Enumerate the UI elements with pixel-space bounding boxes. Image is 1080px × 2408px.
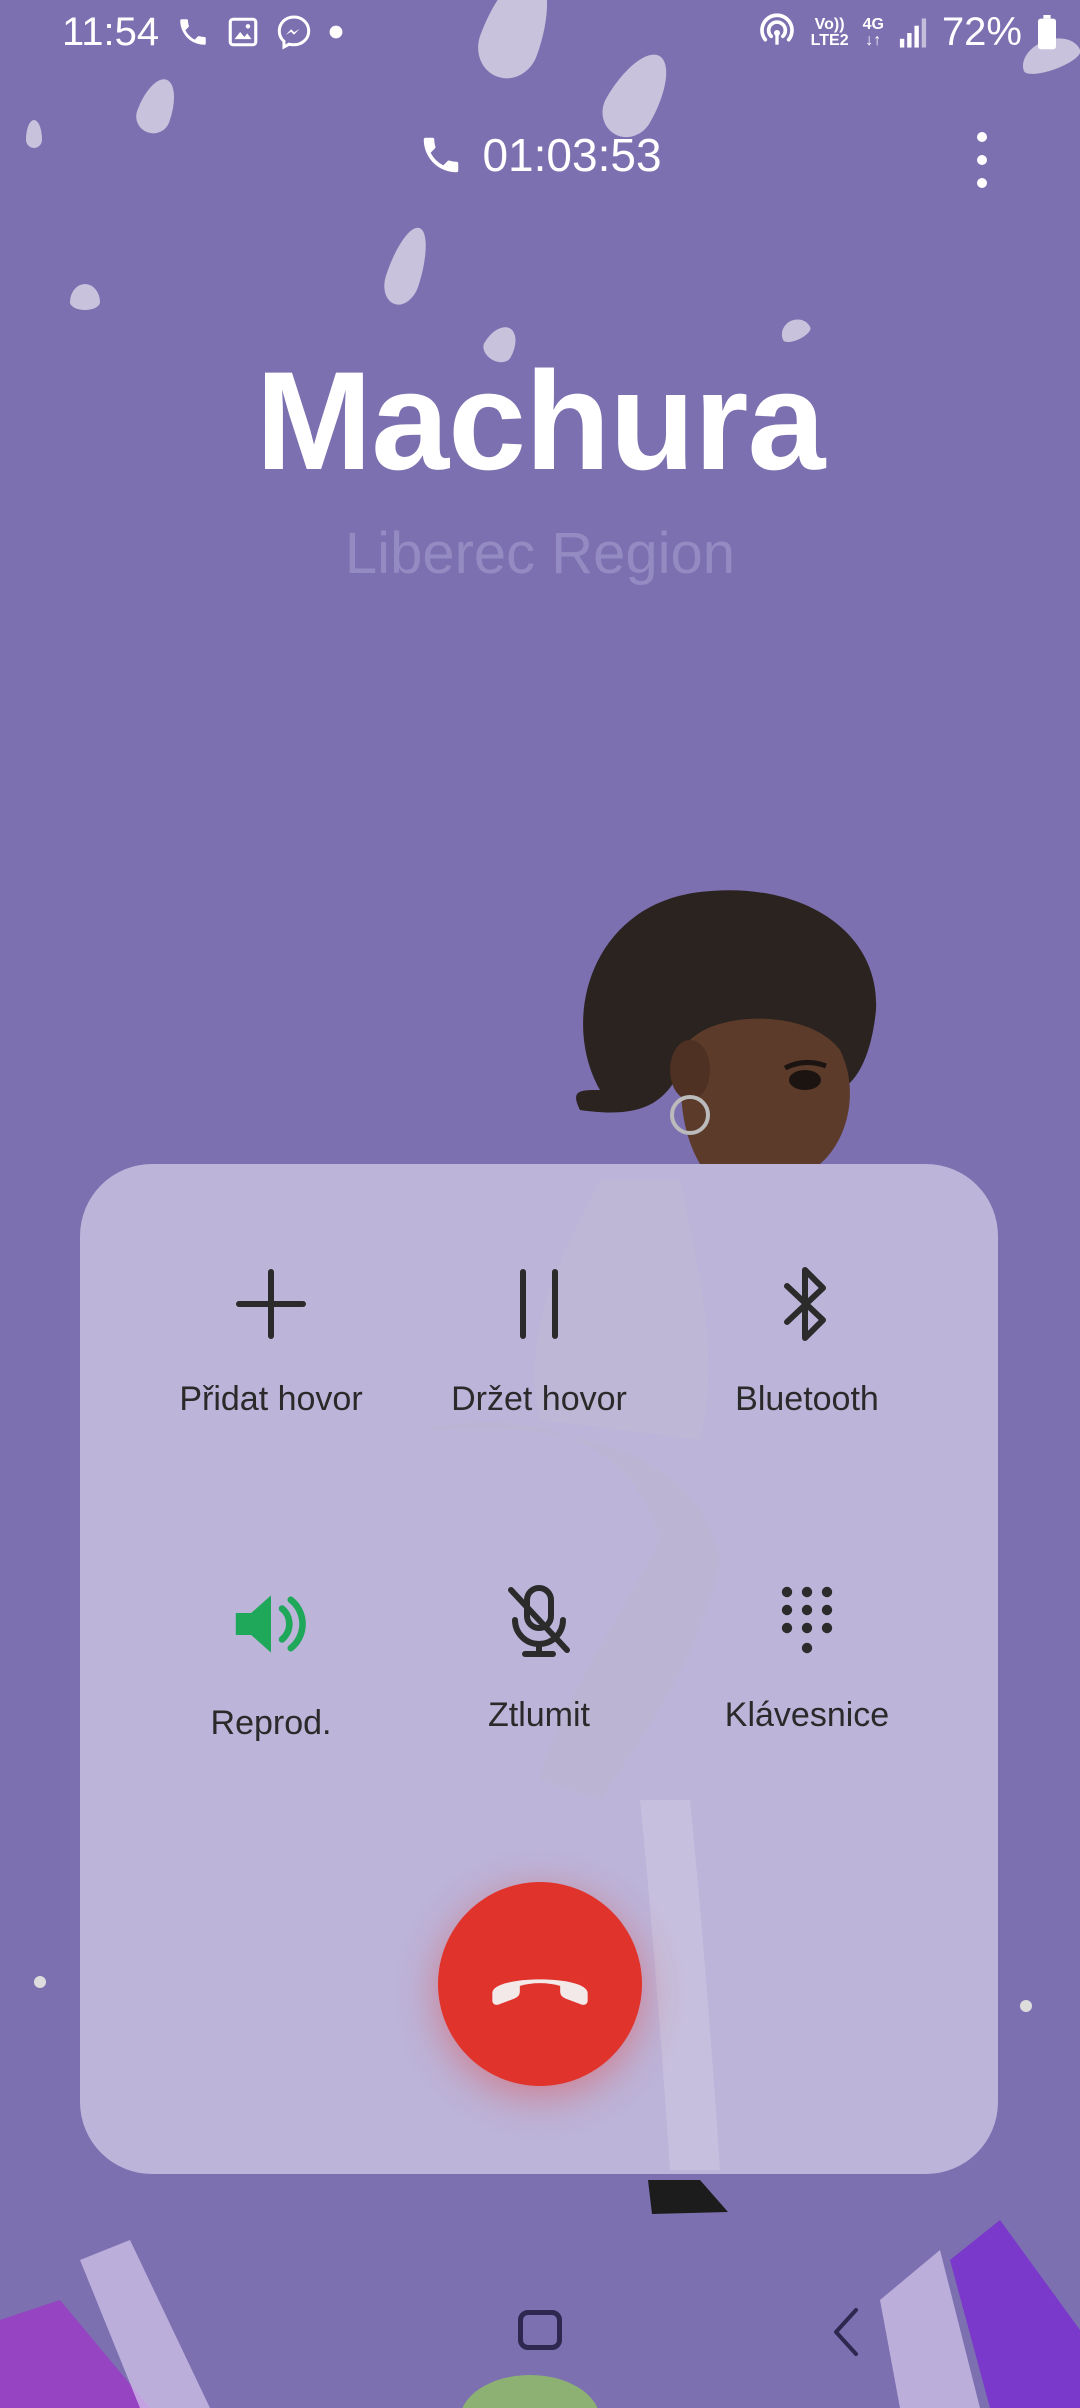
call-timer: 01:03:53 — [482, 129, 662, 181]
pause-icon — [489, 1264, 589, 1344]
call-controls-grid: Přidat hovor Držet hovor Bluetooth Repro… — [80, 1164, 998, 1784]
battery-percentage: 72% — [941, 10, 1022, 54]
data-arrows-icon: ↓↑ — [865, 31, 882, 49]
notification-icons — [176, 14, 344, 50]
call-duration-row: 01:03:53 — [0, 128, 1080, 182]
hold-call-button[interactable]: Držet hovor — [394, 1164, 684, 1418]
speaker-button[interactable]: Reprod. — [126, 1480, 416, 1742]
network-type-label: 4G — [862, 15, 884, 33]
status-time: 11:54 — [62, 10, 160, 54]
more-options-button[interactable] — [962, 132, 1002, 188]
volte-label: Vo)) LTE2 — [810, 15, 849, 49]
phone-icon — [180, 19, 206, 45]
battery-icon — [1038, 14, 1056, 49]
messenger-icon — [277, 15, 311, 50]
more-dot — [977, 155, 987, 165]
bluetooth-icon — [757, 1264, 857, 1344]
volte-top: Vo)) — [814, 15, 845, 33]
more-dot — [977, 178, 987, 188]
contact-location: Liberec Region — [344, 521, 736, 586]
keypad-label: Klávesnice — [724, 1696, 890, 1734]
call-phone-icon — [424, 137, 459, 173]
home-button[interactable] — [518, 2310, 562, 2350]
contact-name: Machura — [255, 342, 826, 499]
gallery-icon — [228, 17, 258, 47]
mute-button[interactable]: Ztlumit — [394, 1480, 684, 1734]
status-bar: 11:54 Vo)) LTE2 4G ↓↑ 72% — [0, 0, 1080, 72]
speaker-label: Reprod. — [210, 1704, 332, 1742]
more-dot — [977, 132, 987, 142]
keypad-button[interactable]: Klávesnice — [662, 1480, 952, 1734]
mute-label: Ztlumit — [488, 1696, 590, 1734]
microphone-off-icon — [489, 1580, 589, 1660]
plus-icon — [221, 1264, 321, 1344]
keypad-icon — [757, 1580, 857, 1660]
network-type: 4G ↓↑ — [862, 15, 884, 49]
decor-petal — [70, 284, 100, 310]
end-call-button[interactable] — [438, 1882, 642, 2086]
call-screen: 11:54 Vo)) LTE2 4G ↓↑ 72% 01:03:53 Machu… — [0, 0, 1080, 2408]
system-icons: Vo)) LTE2 4G ↓↑ 72% — [757, 10, 1058, 55]
volte-bottom: LTE2 — [810, 31, 849, 49]
decor-petal — [378, 222, 436, 310]
dot-icon — [329, 25, 343, 39]
call-controls-panel: Přidat hovor Držet hovor Bluetooth Repro… — [80, 1164, 998, 2174]
hang-up-icon — [492, 1979, 588, 2005]
back-button[interactable] — [826, 2306, 866, 2358]
add-call-label: Přidat hovor — [179, 1380, 363, 1418]
speaker-icon — [221, 1580, 321, 1668]
hotspot-icon — [759, 12, 794, 45]
navigation-bar — [0, 2250, 1080, 2408]
bluetooth-label: Bluetooth — [735, 1380, 879, 1418]
hold-call-label: Držet hovor — [451, 1380, 627, 1418]
add-call-button[interactable]: Přidat hovor — [126, 1164, 416, 1418]
signal-icon — [899, 17, 927, 48]
bluetooth-button[interactable]: Bluetooth — [662, 1164, 952, 1418]
